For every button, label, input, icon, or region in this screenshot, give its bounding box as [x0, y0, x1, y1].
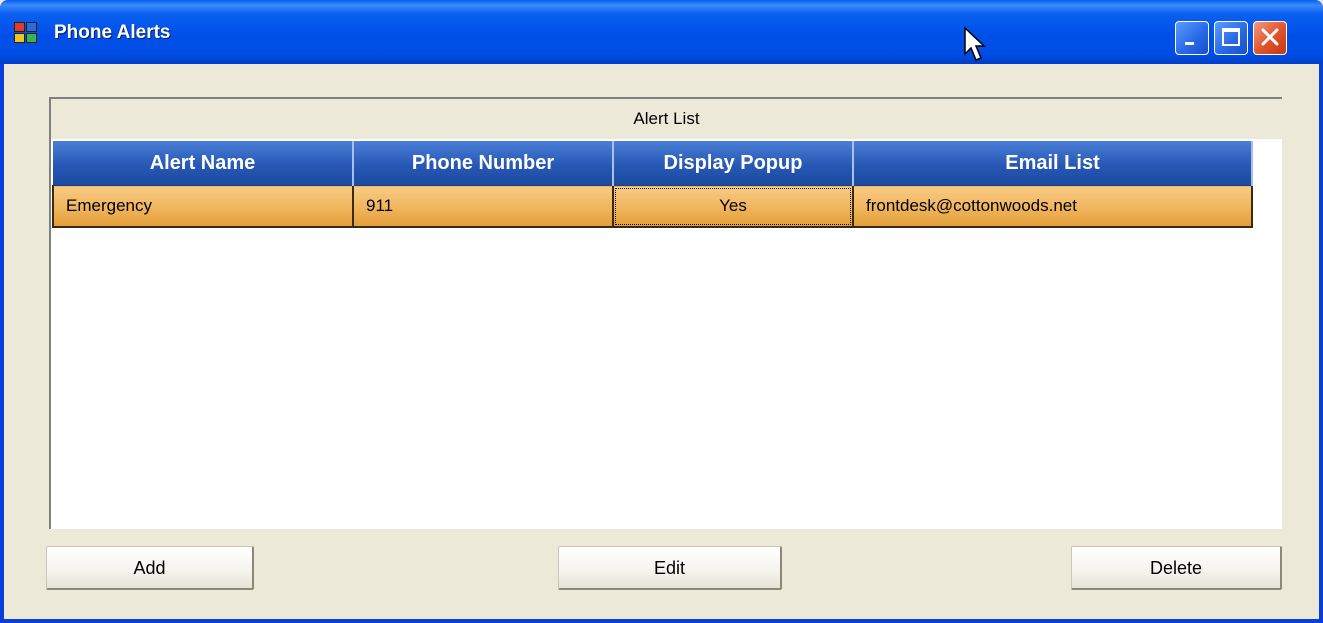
- column-header-email-list[interactable]: Email List: [853, 141, 1253, 186]
- close-button[interactable]: [1253, 21, 1287, 55]
- minimize-icon: [1185, 42, 1194, 45]
- cell-phone-number[interactable]: 911: [353, 185, 614, 228]
- title-bar[interactable]: Phone Alerts: [0, 0, 1323, 64]
- add-button[interactable]: Add: [46, 546, 254, 590]
- close-icon: [1261, 28, 1279, 46]
- edit-button[interactable]: Edit: [558, 546, 782, 590]
- window-title: Phone Alerts: [54, 22, 171, 43]
- alert-grid[interactable]: Alert Name Phone Number Display Popup Em…: [52, 141, 1253, 228]
- maximize-button[interactable]: [1214, 21, 1248, 55]
- column-header-display-popup[interactable]: Display Popup: [613, 141, 854, 186]
- column-header-alert-name[interactable]: Alert Name: [53, 141, 354, 186]
- app-icon: [14, 22, 40, 46]
- phone-alerts-window: Phone Alerts Alert List Alert Name Phone…: [0, 0, 1323, 623]
- cell-alert-name[interactable]: Emergency: [52, 185, 354, 228]
- column-header-phone-number[interactable]: Phone Number: [353, 141, 614, 186]
- group-title: Alert List: [51, 99, 1282, 139]
- minimize-button[interactable]: [1175, 21, 1209, 55]
- cell-email-list[interactable]: frontdesk@cottonwoods.net: [853, 185, 1253, 228]
- delete-button[interactable]: Delete: [1071, 546, 1282, 590]
- mouse-pointer-icon: [964, 26, 986, 61]
- grid-header-row: Alert Name Phone Number Display Popup Em…: [53, 141, 1253, 186]
- alert-list-group: Alert List Alert Name Phone Number Displ…: [49, 97, 1282, 529]
- table-row[interactable]: Emergency 911 Yes frontdesk@cottonwoods.…: [52, 185, 1253, 228]
- cell-display-popup[interactable]: Yes: [613, 185, 854, 228]
- maximize-icon: [1222, 28, 1240, 46]
